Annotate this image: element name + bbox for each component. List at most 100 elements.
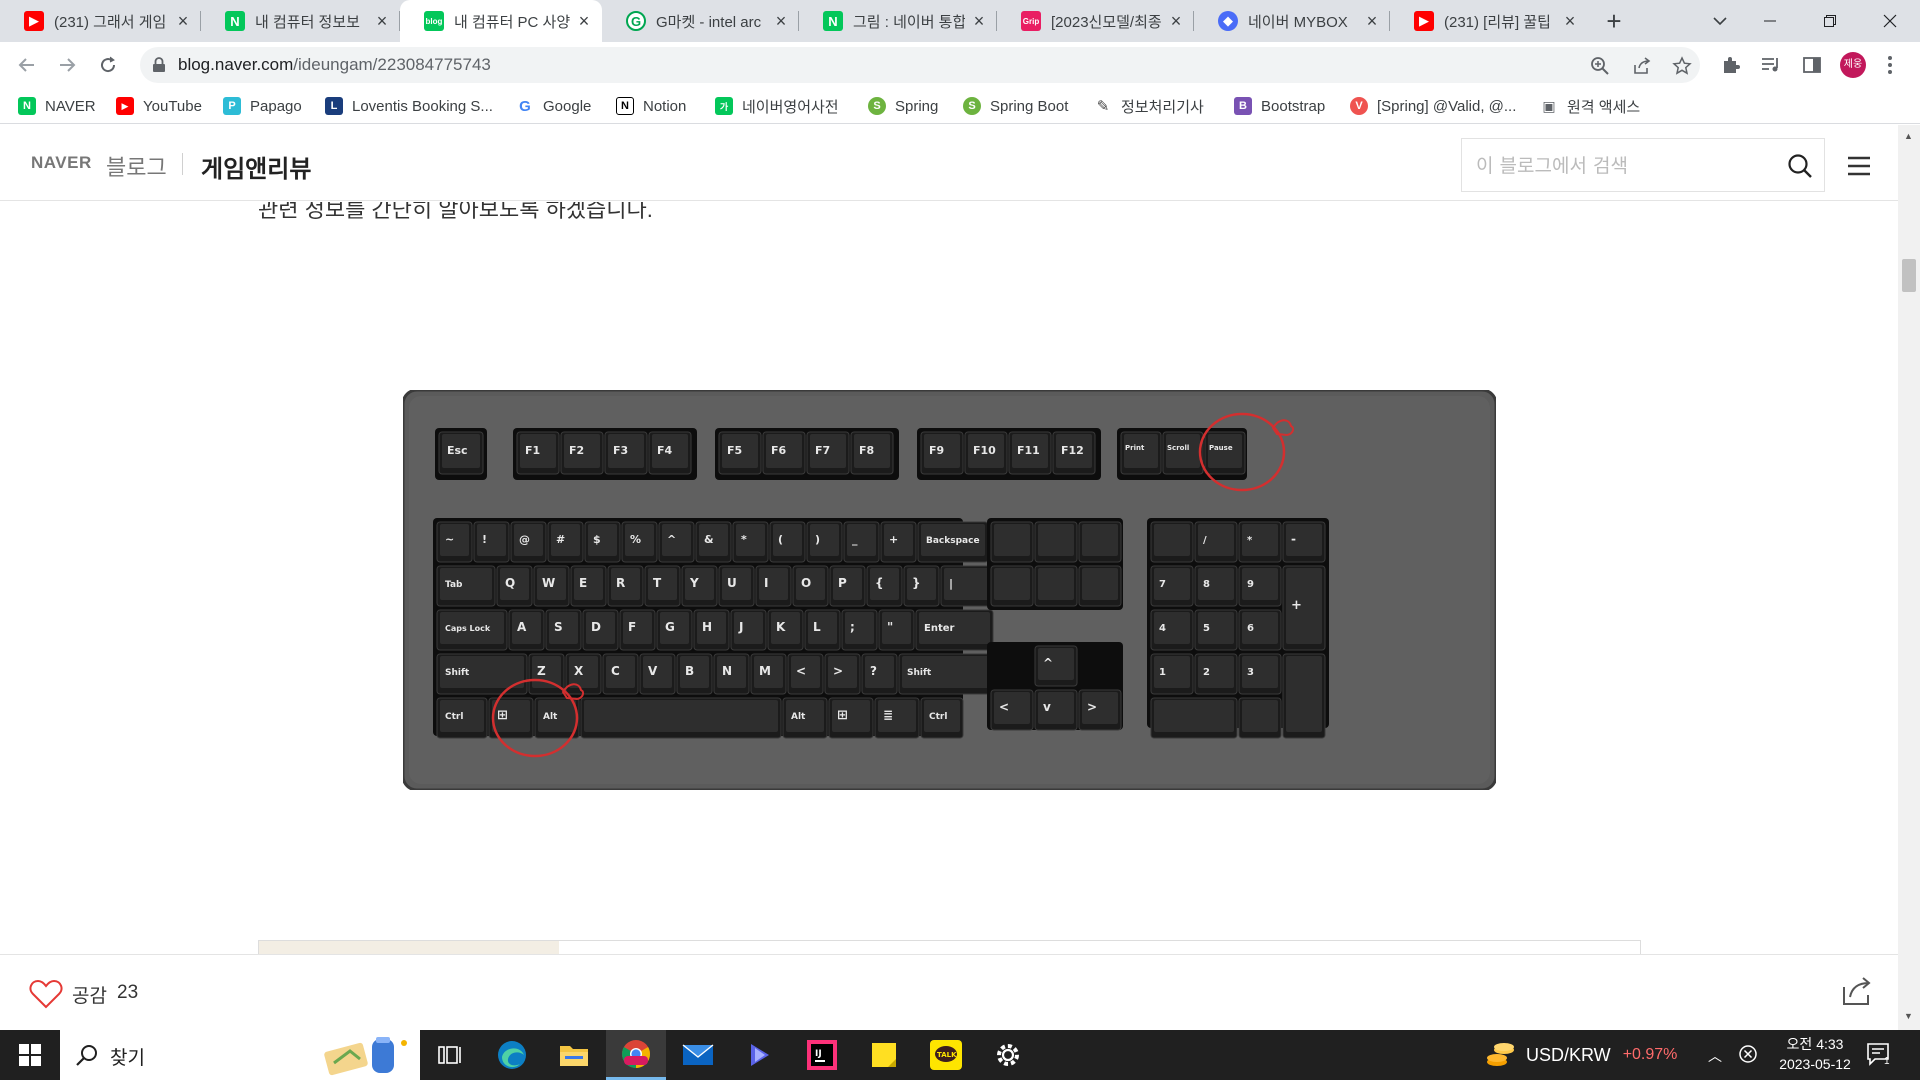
heart-icon[interactable] [29,979,63,1009]
keyboard-key-label: Pause [1209,444,1233,452]
bookmark-naver[interactable]: N NAVER [18,94,96,118]
tab-search-chevron-icon[interactable] [1706,6,1734,36]
sticky-notes-icon[interactable] [854,1030,914,1080]
tray-status-icon[interactable] [1738,1044,1758,1064]
like-label[interactable]: 공감 [72,981,107,1008]
scrollbar-thumb[interactable] [1902,259,1916,292]
keyboard-key-label: N [722,664,732,678]
tab-close-icon[interactable]: × [773,11,789,32]
share-page-icon[interactable] [1630,54,1654,78]
bookmark-papago[interactable]: P Papago [223,94,302,118]
browser-tab[interactable]: ▶ (231) 그래서 게임 × [0,0,201,42]
tab-close-icon[interactable]: × [1364,11,1380,32]
task-view-icon[interactable] [420,1030,480,1080]
taskbar-search-box[interactable]: 찾기 [60,1030,420,1080]
new-tab-button[interactable]: + [1598,6,1630,36]
tab-close-icon[interactable]: × [175,11,191,32]
bookmark-star-icon[interactable] [1670,54,1694,78]
keyboard-key-label: F11 [1017,444,1040,457]
taskbar-clock[interactable]: 오전 4:33 2023-05-12 [1760,1034,1870,1074]
keyboard-key-cap [1286,656,1322,732]
settings-icon[interactable] [978,1030,1038,1080]
keyboard-key-label: F10 [973,444,996,457]
browser-tab[interactable]: Grip [2023신모델/최종 × [997,0,1194,42]
browser-tab[interactable]: N 그림 : 네이버 통합 × [799,0,997,42]
bookmark-loventis[interactable]: L Loventis Booking S... [325,94,493,118]
edge-icon[interactable] [482,1030,542,1080]
keyboard-key-label: + [889,533,898,546]
media-controls-icon[interactable] [1758,52,1784,78]
bookmark-naver-dict[interactable]: 가 네이버영어사전 [715,94,839,118]
close-window-button[interactable] [1860,0,1920,42]
currency-widget[interactable]: USD/KRW +0.97% [1486,1030,1677,1080]
mail-icon[interactable] [668,1030,728,1080]
url-path: /ideungam/223084775743 [293,55,491,74]
bookmarks-bar: N NAVER ▶ YouTube P Papago L Loventis Bo… [0,88,1920,124]
keyboard-key-label: < [796,664,806,678]
keyboard-key-label: @ [519,533,530,546]
bookmark-label: Spring [895,97,939,115]
keyboard-key-label: Scroll [1167,444,1189,452]
blog-name[interactable]: 게임앤리뷰 [201,149,311,184]
browser-tab[interactable]: ◆ 네이버 MYBOX × [1194,0,1390,42]
kakaotalk-icon[interactable]: TALK [916,1030,976,1080]
bookmark-bootstrap[interactable]: B Bootstrap [1234,94,1325,118]
extensions-puzzle-icon[interactable] [1718,52,1744,78]
url-text[interactable]: blog.naver.com/ideungam/223084775743 [178,55,491,75]
bookmark-spring[interactable]: S Spring [868,94,938,118]
browser-menu-icon[interactable] [1880,52,1900,78]
bookmark-google[interactable]: G Google [516,94,591,118]
search-icon[interactable] [1787,153,1813,179]
tab-title: G마켓 - intel arc [656,13,762,31]
tab-close-icon[interactable]: × [374,11,390,32]
bookmark-notion[interactable]: N Notion [616,94,686,118]
youtube-icon: ▶ [1414,11,1434,31]
bookmark-label: NAVER [45,97,96,115]
reload-button[interactable] [93,50,123,80]
intellij-icon[interactable]: IJ [792,1030,852,1080]
browser-tab[interactable]: N 내 컴퓨터 정보보 × [201,0,400,42]
naver-logo[interactable]: NAVER [31,153,92,173]
windows-taskbar: 찾기 IJ TALK USD/KRW +0.97% ︿ 오전 4:33 2023… [0,1030,1920,1080]
keyboard-key-label: F8 [859,444,874,457]
keyboard-key-label: F1 [525,444,540,457]
tab-close-icon[interactable]: × [1562,11,1578,32]
blog-home-link[interactable]: 블로그 [106,150,167,182]
zoom-icon[interactable] [1588,54,1612,78]
page-scrollbar[interactable]: ▲ ▼ [1898,125,1920,1030]
browser-tab[interactable]: G G마켓 - intel arc × [602,0,799,42]
browser-tab[interactable]: ▶ (231) [리뷰] 꿀팁 × [1390,0,1588,42]
browser-tab-active[interactable]: blog 내 컴퓨터 PC 사양 × [400,0,602,42]
scroll-up-arrow-icon[interactable]: ▲ [1904,131,1913,141]
tray-expand-chevron-icon[interactable]: ︿ [1708,1046,1722,1066]
windows-start-icon[interactable] [0,1030,60,1080]
scroll-down-arrow-icon[interactable]: ▼ [1904,1011,1913,1021]
tab-close-icon[interactable]: × [971,11,987,32]
keyboard-key-label: < [999,700,1009,714]
tab-close-icon[interactable]: × [576,11,592,32]
keyboard-key-cap [584,700,778,732]
copilot-icon[interactable] [730,1030,790,1080]
minimize-button[interactable] [1740,0,1800,42]
forward-button[interactable] [52,50,82,80]
address-bar[interactable]: blog.naver.com/ideungam/223084775743 [140,47,1700,83]
bookmark-info-processing[interactable]: ✎ 정보처리기사 [1094,94,1204,118]
menu-hamburger-icon[interactable] [1847,155,1877,177]
keyboard-key-cap [1242,700,1278,732]
bookmark-spring-valid[interactable]: V [Spring] @Valid, @... [1350,94,1516,118]
share-icon[interactable] [1840,975,1874,1007]
file-explorer-icon[interactable] [544,1030,604,1080]
bookmark-spring-boot[interactable]: S Spring Boot [963,94,1068,118]
back-button[interactable] [12,50,42,80]
lock-icon[interactable] [152,57,166,73]
blog-search-input[interactable] [1476,151,1766,181]
bookmark-youtube[interactable]: ▶ YouTube [116,94,202,118]
side-panel-icon[interactable] [1799,52,1825,78]
profile-avatar[interactable]: 제웅 [1840,52,1866,78]
tab-close-icon[interactable]: × [1168,11,1184,32]
restore-button[interactable] [1800,0,1860,42]
tab-title: (231) 그래서 게임 [54,13,167,31]
bookmark-remote-access[interactable]: ▣ 원격 액세스 [1540,94,1640,118]
chrome-icon[interactable] [606,1030,666,1080]
keyboard-key-label: 8 [1203,579,1210,590]
